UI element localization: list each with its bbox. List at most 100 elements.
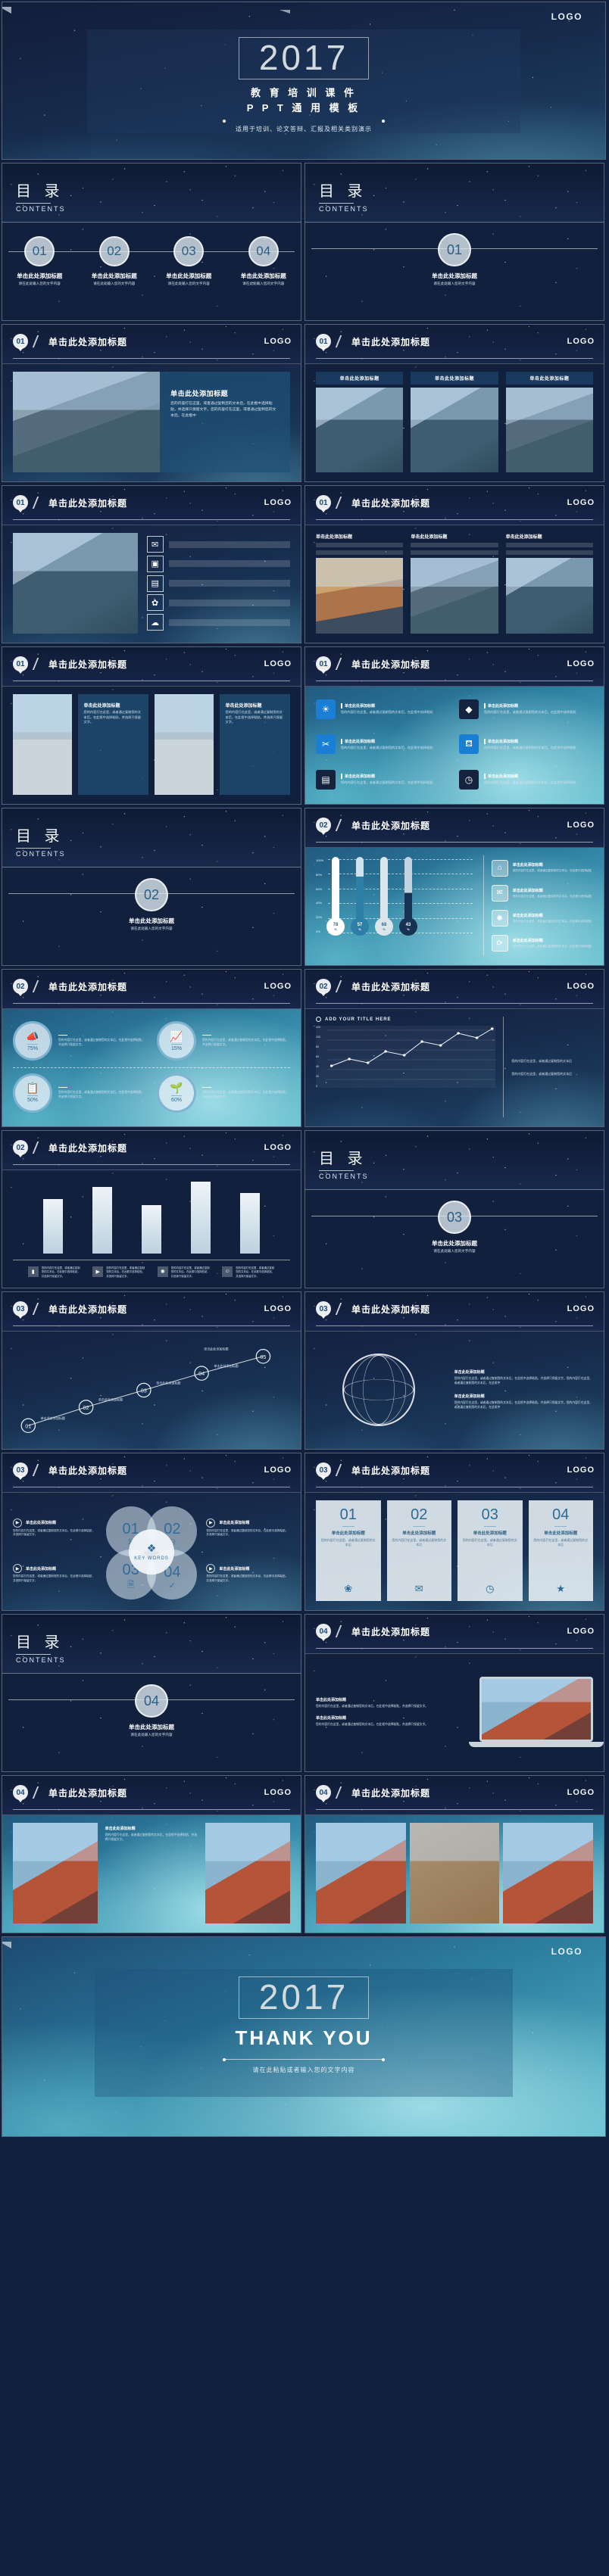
list-item[interactable]: ☁ [146,614,290,631]
percent-item[interactable]: 📈 15% 您的内容打在这里，或者通过复制您的文本后，在此框中选择粘贴，并选择只… [157,1017,290,1066]
milestone-caption: 单击此处添加标题 [214,1363,238,1368]
grid-item[interactable]: ◷ 单击此处添加标题 您的内容打在这里，或者通过复制您的文本后，在此框中选择粘贴 [459,765,593,795]
percent-item[interactable]: 🌱 60% 您的内容打在这里，或者通过复制您的文本后，在此框中选择粘贴，并选择只… [157,1069,290,1118]
gift-icon: ⛾ [459,734,479,755]
logo: LOGO [567,659,595,668]
side-item-title: 单击此处添加标题 [512,888,543,893]
percent-item[interactable]: 📋 50% 您的内容打在这里，或者通过复制您的文本后，在此框中选择粘贴，并选择只… [13,1069,146,1118]
block-desc: 您的内容打在这里，或者通过复制您的文本后，在此框中选择粘贴，并选择只保留文字。 [316,1704,429,1708]
chart-title: ADD YOUR TITLE HERE [325,1017,392,1022]
slide-title: 单击此处添加标题 [351,497,431,509]
toc-item[interactable]: 02 单击此处添加标题 请在此处输入您的文字内容 [85,236,144,287]
chart-annotation: 您的内容打在这里，或者通过复制您的文本后 [511,1059,573,1064]
slide-title: 单击此处添加标题 [48,981,128,992]
keyword-side-item[interactable]: ▶ 单击此处添加标题 您的内容打在这里，或者通过复制您的文本后，在此框中选择粘贴… [13,1518,97,1538]
y-tick: 0 [316,1085,317,1088]
logo: LOGO [264,1304,292,1313]
column[interactable]: 单击此处添加标题 [505,533,593,634]
list-item[interactable]: ▤ [146,575,290,592]
logo: LOGO [551,1946,582,1957]
slide-laptop-mockup: 04 单击此处添加标题 LOGO 单击此处添加标题 您的内容打在这里，或者通过复… [304,1614,604,1772]
toc-heading: 目 录 CONTENTS [16,179,66,213]
number-card[interactable]: 03 单击此处添加标题 您的内容打在这里，或者通过复制您的文本后 ◷ [458,1500,523,1601]
annotation-block: 您的内容打在这里，或者通过复制您的文本后 [511,1057,593,1064]
text-block: 单击此处添加标题 您的内容打在这里，或者通过复制您的文本后，在此框中选择粘贴，并… [454,1369,593,1385]
slide-thank-you: LOGO 2017 THANK YOU 请在此粘贴或者输入您的文字内容 [2,1936,606,2137]
grid-item[interactable]: ✂ 单击此处添加标题 您的内容打在这里，或者通过复制您的文本后，在此框中选择粘贴 [316,730,450,760]
panel-body: 您的内容打在这里，或者通过复制您的文本后，在此框中选择粘贴，并选择只保留文字。 [225,710,283,724]
milestone-caption: 单击此处添加标题 [156,1380,180,1385]
side-item[interactable]: ✉ 单击此处添加标题 您的内容打在这里，或者通过复制您的文本后，在此框中选择粘贴 [491,884,593,902]
keyword-side-item[interactable]: ▶ 单击此处添加标题 您的内容打在这里，或者通过复制您的文本后，在此框中选择粘贴… [13,1564,97,1584]
unit: % [334,927,337,931]
gear-icon: ✺ [157,1266,168,1277]
card-title: 单击此处添加标题 [544,1531,578,1536]
keyword-side-item[interactable]: ▶ 单击此处添加标题 您的内容打在这里，或者通过复制您的文本后，在此框中选择粘贴… [206,1564,290,1584]
percent-value: 15% [170,1043,182,1051]
slide-icon-grid: 01 单击此处添加标题 LOGO ☀ 单击此处添加标题 您的内容打在这里，或者通… [304,646,604,805]
text-panel: 单击此处添加标题 您的内容打在这里，或者通过复制您的文本后，在此框中选择粘贴，并… [77,694,148,795]
milestone-label: 02 [83,1405,89,1411]
toc-item[interactable]: 04 单击此处添加标题 请在此处输入您的文字内容 [234,236,293,287]
grid-item-title: 单击此处添加标题 [341,774,450,780]
slide-title: 单击此处添加标题 [48,1787,128,1799]
bar [141,1204,161,1254]
list-item[interactable]: ▣ [146,555,290,572]
card[interactable]: 单击此处添加标题 [316,372,404,472]
slide-number-badge: 01 [13,495,28,512]
grid-item[interactable]: ▤ 单击此处添加标题 您的内容打在这里，或者通过复制您的文本后，在此框中选择粘贴 [316,765,450,795]
section-title: 单击此处添加标题 [129,1724,174,1730]
percent-item[interactable]: 📣 75% 您的内容打在这里，或者通过复制您的文本后，在此框中选择粘贴，并选择只… [13,1017,146,1066]
list-item[interactable]: ✿ [146,594,290,612]
list-item[interactable]: ✉ [146,536,290,553]
grid-item[interactable]: ⛾ 单击此处添加标题 您的内容打在这里，或者通过复制您的文本后，在此框中选择粘贴 [459,730,593,760]
side-item[interactable]: ✺ 单击此处添加标题 您的内容打在这里，或者通过复制您的文本后，在此框中选择粘贴 [491,910,593,927]
milestone-label: 04 [198,1371,205,1377]
number-card[interactable]: 04 单击此处添加标题 您的内容打在这里，或者通过复制您的文本后 ★ [528,1500,593,1601]
laptop-mockup [469,1677,604,1747]
lightbulb-icon: ☀ [316,699,336,719]
number-card[interactable]: 02 单击此处添加标题 您的内容打在这里，或者通过复制您的文本后 ✉ [386,1500,451,1601]
column-bar-chart: ▮ 您的内容打在这里，或者通过复制您的文本后，在此框中选择粘贴，并选择只保留文字… [13,1178,290,1279]
number-card[interactable]: 01 单击此处添加标题 您的内容打在这里，或者通过复制您的文本后 ❀ [316,1500,381,1601]
photo-ferris-wheel [205,1823,290,1923]
legend-desc: 您的内容打在这里，或者通过复制您的文本后，在此框中选择粘贴，并选择只保留文字。 [170,1266,210,1278]
truck-icon: ▤ [316,770,336,790]
grid-item[interactable]: ☀ 单击此处添加标题 您的内容打在这里，或者通过复制您的文本后，在此框中选择粘贴 [316,694,450,724]
column[interactable]: 单击此处添加标题 [316,533,404,634]
unit: % [383,927,386,931]
section-title: 单击此处添加标题 [432,1240,477,1247]
percent-desc: 您的内容打在这里，或者通过复制您的文本后，在此框中选择粘贴，并选择只保留文字。 [58,1090,145,1098]
side-desc: 您的内容打在这里，或者通过复制您的文本后，在此框中选择粘贴，并选择只保留文字。 [13,1528,95,1537]
side-item[interactable]: ⌂ 单击此处添加标题 您的内容打在这里，或者通过复制您的文本后，在此框中选择粘贴 [491,859,593,877]
logo: LOGO [567,982,595,991]
slide-keywords: 03 单击此处添加标题 LOGO ▶ 单击此处添加标题 您的内容打在这里，或者通… [2,1453,301,1611]
gallery-desc: 您的内容打在这里，或者通过复制您的文本后，在此框中选择粘贴，并选择只保留文字。 [105,1833,198,1842]
grid-item[interactable]: ◆ 单击此处添加标题 您的内容打在这里，或者通过复制您的文本后，在此框中选择粘贴 [459,694,593,724]
keyword-side-item[interactable]: ▶ 单击此处添加标题 您的内容打在这里，或者通过复制您的文本后，在此框中选择粘贴… [206,1518,290,1538]
toc-heading-en: CONTENTS [319,1173,369,1180]
line-series [326,1027,496,1080]
leaf-icon: ❀ [344,1583,353,1594]
section-number: 04 [135,1684,168,1718]
slide-title: 单击此处添加标题 [351,1304,431,1315]
slide-section-break-02: 目 录 CONTENTS 02 单击此处添加标题 请在此处输入您的文字内容 [2,808,301,966]
text-block: 单击此处添加标题 您的内容打在这里，或者通过复制您的文本后，在此框中选择粘贴，并… [454,1394,593,1409]
play-icon: ▶ [13,1518,22,1528]
card[interactable]: 单击此处添加标题 [411,372,498,472]
slide-snow-photos: 01 单击此处添加标题 LOGO 单击此处添加标题 您的内容打在这里，或者通过复… [2,646,301,805]
toc-item[interactable]: 03 单击此处添加标题 请在此处输入您的文字内容 [159,236,218,287]
card[interactable]: 单击此处添加标题 [505,372,593,472]
clock-icon: ◷ [486,1583,495,1594]
panel-title: 单击此处添加标题 [83,704,120,709]
text-panel: 单击此处添加标题 您的内容打在这里，或者通过复制您的文本后，在此框中选择粘贴，并… [219,694,290,795]
y-tick: 0% [316,929,320,933]
slide-title: 单击此处添加标题 [48,659,128,670]
side-item[interactable]: ⟳ 单击此处添加标题 您的内容打在这里，或者通过复制您的文本后，在此框中选择粘贴 [491,935,593,952]
toc-item[interactable]: 01 单击此处添加标题 请在此处输入您的文字内容 [10,236,69,287]
column[interactable]: 单击此处添加标题 [411,533,498,634]
photo-road [13,533,138,634]
keywords-venn: PART ONE 01 ⧖ PART TWO 02 ⚇ PART THREE 0… [102,1500,202,1601]
grid-item-desc: 您的内容打在这里，或者通过复制您的文本后，在此框中选择粘贴 [341,745,433,749]
slide-number-badge: 01 [316,334,331,351]
